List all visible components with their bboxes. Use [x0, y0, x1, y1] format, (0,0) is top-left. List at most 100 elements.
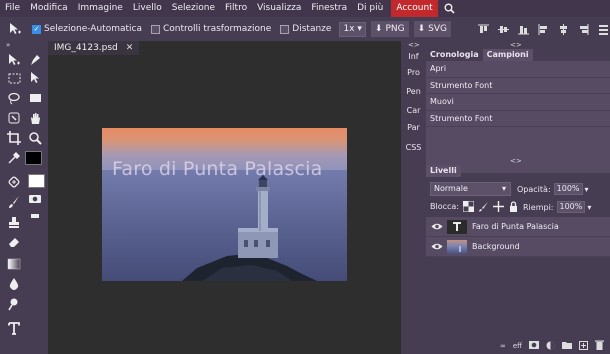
- minitab-brush[interactable]: Pen: [401, 87, 426, 96]
- expand-icon[interactable]: <>: [408, 41, 420, 49]
- move-tool-icon[interactable]: [4, 17, 26, 41]
- brush-tool-icon[interactable]: [4, 193, 24, 211]
- effects-icon[interactable]: eff: [513, 342, 522, 350]
- history-item[interactable]: Strumento Font: [426, 111, 610, 127]
- minitab-paragraph[interactable]: Par: [401, 123, 426, 132]
- direct-select-icon[interactable]: [25, 69, 45, 87]
- collapse-icon[interactable]: »: [6, 41, 10, 49]
- history-item[interactable]: Muovi: [426, 94, 610, 111]
- dodge-tool-icon[interactable]: [4, 295, 24, 313]
- lasso-tool-icon[interactable]: [4, 89, 24, 107]
- document-tab[interactable]: IMG_4123.psd ✕: [48, 41, 140, 55]
- delete-icon[interactable]: [595, 340, 604, 352]
- eye-icon[interactable]: [431, 222, 443, 231]
- align-middle-icon[interactable]: [498, 24, 509, 35]
- history-item[interactable]: Apri: [426, 61, 610, 78]
- history-item[interactable]: Strumento Font: [426, 78, 610, 94]
- gradient-tool-icon[interactable]: [4, 255, 24, 273]
- eyedropper-icon[interactable]: [4, 149, 24, 167]
- tab-campioni[interactable]: Campioni: [482, 49, 533, 61]
- align-bottom-icon[interactable]: [518, 24, 529, 35]
- menu-livello[interactable]: Livello: [128, 0, 167, 17]
- minitab-character[interactable]: Car: [401, 106, 426, 115]
- align-left-icon[interactable]: [538, 23, 549, 35]
- chevron-down-icon[interactable]: ▾: [587, 203, 591, 212]
- background-color-swatch[interactable]: [28, 174, 45, 188]
- zoom-select[interactable]: 1x ▾: [339, 21, 366, 37]
- text-layer-thumbnail-icon: [447, 219, 467, 234]
- move-tool-icon[interactable]: [4, 51, 24, 69]
- fill-input[interactable]: 100%: [556, 201, 586, 213]
- foreground-color-swatch[interactable]: [25, 151, 42, 165]
- menu-di-piu[interactable]: Di più: [352, 0, 388, 17]
- minitab-properties[interactable]: Pro: [401, 68, 426, 77]
- opacity-input[interactable]: 100%: [553, 183, 583, 195]
- lock-position-icon[interactable]: [493, 201, 504, 212]
- distances-checkbox[interactable]: Distanze: [280, 24, 331, 34]
- transform-controls-label: Controlli trasformazione: [162, 24, 272, 34]
- checkbox-unchecked-icon: [280, 24, 290, 34]
- camera-icon[interactable]: [25, 189, 45, 207]
- quick-select-icon[interactable]: [4, 109, 24, 127]
- eye-icon[interactable]: [431, 242, 443, 251]
- hand-tool-icon[interactable]: [25, 109, 45, 127]
- auto-select-checkbox[interactable]: Selezione-Automatica: [32, 24, 142, 34]
- layer-row-text[interactable]: Faro di Punta Palascia: [426, 217, 610, 237]
- tab-cronologia[interactable]: Cronologia: [426, 49, 483, 61]
- export-svg-button[interactable]: ⬇ SVG: [413, 21, 451, 37]
- layers-panel-header: Livelli: [426, 165, 461, 177]
- minitab-css[interactable]: CSS: [401, 143, 426, 152]
- menu-finestra[interactable]: Finestra: [306, 0, 352, 17]
- options-bar: Selezione-Automatica Controlli trasforma…: [0, 17, 610, 41]
- blur-tool-icon[interactable]: [4, 275, 24, 293]
- zoom-tool-icon[interactable]: [25, 129, 45, 147]
- canvas-workspace: IMG_4123.psd ✕ Faro di Punta Palascia: [48, 41, 401, 354]
- menu-immagine[interactable]: Immagine: [73, 0, 128, 17]
- new-layer-icon[interactable]: [579, 340, 588, 352]
- healing-brush-icon[interactable]: [4, 173, 24, 191]
- eraser-tool-icon[interactable]: [4, 233, 24, 251]
- menu-modifica[interactable]: Modifica: [25, 0, 73, 17]
- chevron-down-icon[interactable]: ▾: [585, 185, 589, 194]
- distribute-icon[interactable]: [598, 24, 609, 35]
- expand-icon[interactable]: <>: [510, 157, 522, 165]
- text-tool-icon[interactable]: [4, 319, 24, 337]
- align-center-icon[interactable]: [558, 23, 569, 35]
- blend-mode-select[interactable]: Normale: [430, 182, 511, 196]
- menu-visualizza[interactable]: Visualizza: [252, 0, 306, 17]
- clone-stamp-icon[interactable]: [4, 213, 24, 231]
- marquee-tool-icon[interactable]: [4, 69, 24, 87]
- pen-tool-icon[interactable]: [25, 51, 45, 69]
- account-button[interactable]: Account: [391, 0, 438, 17]
- expand-icon[interactable]: <>: [510, 41, 522, 49]
- link-icon[interactable]: ∞: [500, 342, 506, 350]
- mask-icon[interactable]: [529, 341, 539, 351]
- download-icon: ⬇: [417, 24, 426, 34]
- mask-mode-icon[interactable]: [25, 207, 45, 225]
- fill-label: Riempi:: [523, 202, 554, 212]
- shape-tool-icon[interactable]: [25, 89, 45, 107]
- image-layer-thumbnail: [447, 239, 467, 254]
- lock-pixels-icon[interactable]: [478, 201, 489, 212]
- folder-icon[interactable]: [562, 341, 572, 351]
- mini-panel-tabs: <> Inf Pro Pen Car Par CSS: [401, 41, 426, 354]
- export-png-label: PNG: [385, 24, 405, 34]
- document-canvas[interactable]: Faro di Punta Palascia: [102, 128, 347, 281]
- text-layer-overlay[interactable]: Faro di Punta Palascia: [112, 158, 322, 180]
- lock-transparency-icon[interactable]: [462, 200, 475, 213]
- minitab-info[interactable]: Inf: [401, 52, 426, 61]
- search-icon[interactable]: [442, 0, 458, 17]
- layer-row-background[interactable]: Background: [426, 237, 610, 257]
- crop-tool-icon[interactable]: [4, 129, 24, 147]
- menu-filtro[interactable]: Filtro: [220, 0, 252, 17]
- transform-controls-checkbox[interactable]: Controlli trasformazione: [150, 24, 272, 34]
- close-icon[interactable]: ✕: [126, 41, 134, 55]
- adjustment-icon[interactable]: [546, 341, 555, 352]
- menu-file[interactable]: File: [0, 0, 25, 17]
- tab-livelli[interactable]: Livelli: [426, 165, 461, 177]
- menu-selezione[interactable]: Selezione: [167, 0, 220, 17]
- align-top-icon[interactable]: [478, 24, 489, 35]
- lock-all-icon[interactable]: [508, 201, 519, 212]
- align-right-icon[interactable]: [578, 23, 589, 35]
- export-png-button[interactable]: ⬇ PNG: [370, 21, 409, 37]
